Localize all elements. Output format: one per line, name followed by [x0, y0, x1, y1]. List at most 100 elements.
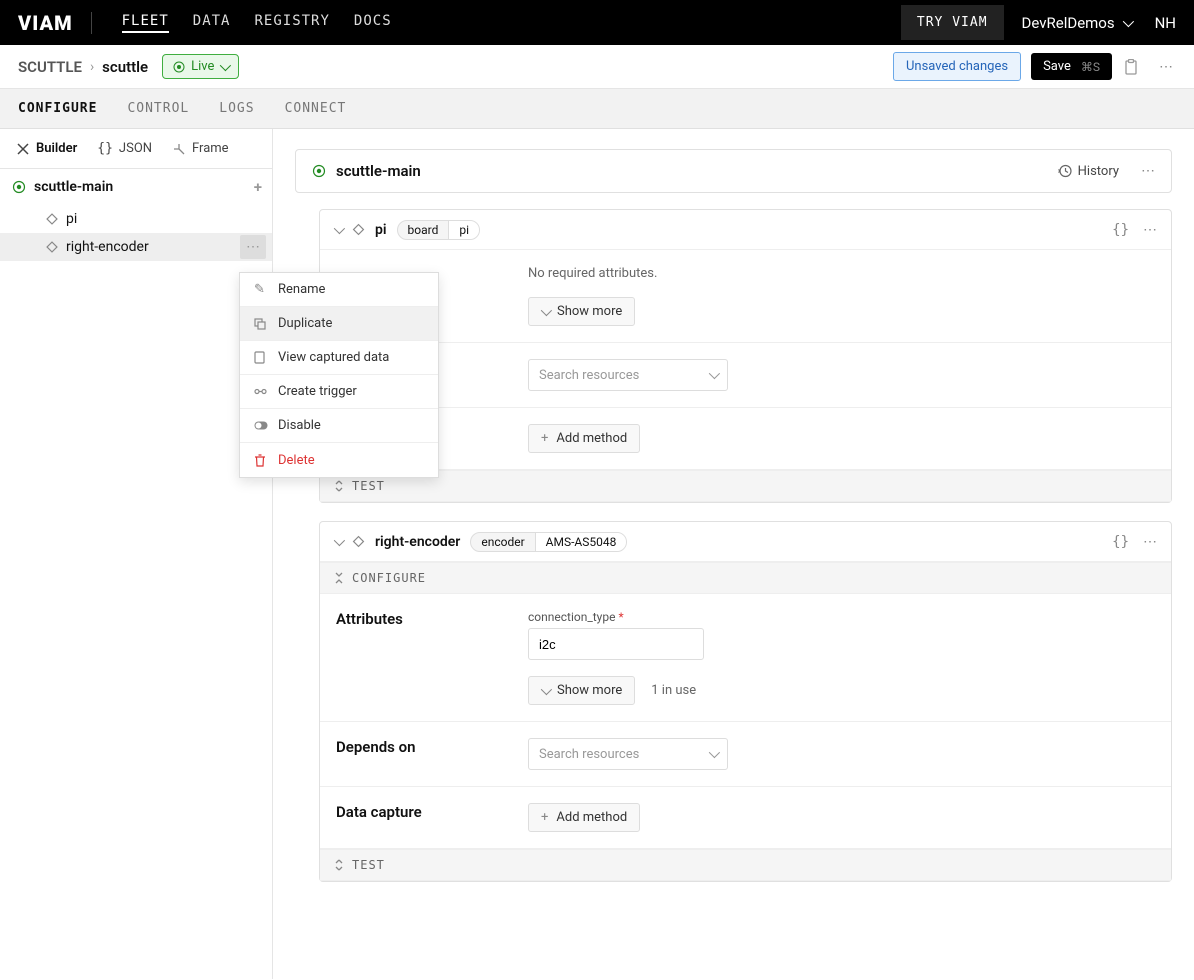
- chevron-down-icon: [541, 683, 552, 694]
- no-attributes-msg: No required attributes.: [528, 266, 1155, 281]
- ctx-create-trigger[interactable]: Create trigger: [240, 375, 438, 409]
- tree-root[interactable]: scuttle-main +: [0, 169, 272, 205]
- org-name: DevRelDemos: [1022, 14, 1115, 32]
- diamond-icon: [352, 223, 365, 236]
- breadcrumb-current[interactable]: scuttle: [102, 58, 148, 76]
- user-avatar[interactable]: NH: [1155, 14, 1176, 32]
- more-icon[interactable]: ⋯: [1143, 534, 1157, 550]
- trigger-icon: [254, 385, 268, 398]
- attributes-section: Attributes connection_type * Show more 1…: [320, 594, 1171, 722]
- plus-icon: +: [541, 431, 548, 446]
- tab-configure[interactable]: CONFIGURE: [18, 101, 97, 116]
- save-shortcut: ⌘S: [1081, 60, 1100, 74]
- depends-on-select[interactable]: Search resources: [528, 738, 728, 770]
- depends-on-section: Search resources: [320, 343, 1171, 408]
- mode-json[interactable]: {} JSON: [97, 141, 152, 156]
- show-more-button[interactable]: Show more: [528, 676, 635, 705]
- type-model-pill: encoder AMS-AS5048: [470, 532, 627, 552]
- data-capture-label: Data capture: [336, 803, 528, 832]
- chevron-down-icon: [334, 222, 345, 233]
- component-pi: pi board pi {} ⋯ No required attributes.: [319, 209, 1172, 503]
- machine-title: scuttle-main: [336, 162, 421, 180]
- broadcast-icon: [312, 164, 326, 178]
- more-icon[interactable]: ⋯: [240, 235, 266, 259]
- ctx-view-data[interactable]: View captured data: [240, 341, 438, 375]
- org-selector[interactable]: DevRelDemos: [1022, 14, 1131, 32]
- history-icon: [1058, 164, 1072, 178]
- chevron-down-icon: [334, 534, 345, 545]
- tab-connect[interactable]: CONNECT: [285, 101, 347, 116]
- mode-builder[interactable]: Builder: [16, 141, 77, 156]
- nav-fleet[interactable]: FLEET: [122, 13, 169, 33]
- save-label: Save: [1043, 59, 1071, 74]
- tree-item-pi[interactable]: pi: [0, 205, 272, 233]
- more-icon[interactable]: ⋯: [1156, 59, 1176, 75]
- machine-card: scuttle-main History ⋯: [295, 149, 1172, 193]
- expand-icon: [334, 480, 344, 492]
- nav-registry[interactable]: REGISTRY: [254, 13, 329, 33]
- save-button[interactable]: Save ⌘S: [1031, 53, 1112, 80]
- tree-item-right-encoder[interactable]: right-encoder ⋯: [0, 233, 272, 261]
- unsaved-badge: Unsaved changes: [893, 52, 1021, 81]
- connection-type-label: connection_type *: [528, 610, 1155, 624]
- tab-control[interactable]: CONTROL: [127, 101, 189, 116]
- more-icon[interactable]: ⋯: [1141, 163, 1155, 179]
- diamond-icon: [46, 241, 58, 253]
- topbar: VIAM FLEET DATA REGISTRY DOCS TRY VIAM D…: [0, 0, 1194, 45]
- try-viam-button[interactable]: TRY VIAM: [901, 5, 1004, 40]
- document-icon: [254, 351, 268, 364]
- diamond-icon: [46, 213, 58, 225]
- depends-on-label: Depends on: [336, 738, 528, 770]
- mode-frame[interactable]: Frame: [172, 141, 229, 156]
- in-use-label: 1 in use: [651, 683, 696, 698]
- nav-data[interactable]: DATA: [193, 13, 231, 33]
- context-menu: ✎ Rename Duplicate View captured data Cr…: [239, 272, 439, 478]
- chevron-down-icon: [709, 368, 720, 379]
- frame-icon: [172, 142, 186, 156]
- tabs-bar: CONFIGURE CONTROL LOGS CONNECT: [0, 89, 1194, 129]
- braces-icon[interactable]: {}: [1112, 534, 1129, 550]
- sidebar: Builder {} JSON Frame scuttle-main + pi …: [0, 129, 273, 979]
- component-name: pi: [375, 222, 387, 238]
- top-nav: FLEET DATA REGISTRY DOCS: [122, 13, 901, 33]
- braces-icon[interactable]: {}: [1112, 222, 1129, 238]
- show-more-button[interactable]: Show more: [528, 297, 635, 326]
- test-section-bar[interactable]: TEST: [320, 470, 1171, 502]
- connection-type-input[interactable]: [528, 628, 704, 660]
- status-pill[interactable]: Live: [162, 54, 239, 79]
- trash-icon: [254, 454, 268, 467]
- breadcrumb-parent[interactable]: SCUTTLE: [18, 58, 82, 76]
- nav-docs[interactable]: DOCS: [354, 13, 392, 33]
- diamond-icon: [352, 535, 365, 548]
- add-icon[interactable]: +: [254, 178, 262, 196]
- component-header[interactable]: pi board pi {} ⋯: [320, 210, 1171, 250]
- depends-on-select[interactable]: Search resources: [528, 359, 728, 391]
- toggle-icon: [254, 421, 268, 430]
- pencil-icon: ✎: [254, 282, 268, 297]
- ctx-rename[interactable]: ✎ Rename: [240, 273, 438, 307]
- breadcrumb-bar: SCUTTLE › scuttle Live Unsaved changes S…: [0, 45, 1194, 89]
- configure-section-bar[interactable]: CONFIGURE: [320, 562, 1171, 594]
- type-model-pill: board pi: [397, 220, 481, 240]
- ctx-delete[interactable]: Delete: [240, 443, 438, 477]
- tools-icon: [16, 142, 30, 156]
- clipboard-icon[interactable]: [1124, 59, 1144, 75]
- tab-logs[interactable]: LOGS: [219, 101, 254, 116]
- add-method-button[interactable]: + Add method: [528, 424, 640, 453]
- attributes-section: No required attributes. Show more: [320, 250, 1171, 343]
- ctx-duplicate[interactable]: Duplicate: [240, 307, 438, 341]
- broadcast-icon: [12, 180, 26, 194]
- component-header[interactable]: right-encoder encoder AMS-AS5048 {} ⋯: [320, 522, 1171, 562]
- history-button[interactable]: History: [1058, 164, 1119, 179]
- divider: [91, 12, 92, 34]
- more-icon[interactable]: ⋯: [1143, 222, 1157, 238]
- breadcrumb-sep: ›: [90, 59, 94, 75]
- chevron-down-icon: [541, 304, 552, 315]
- sidebar-modes: Builder {} JSON Frame: [0, 129, 272, 169]
- test-section-bar[interactable]: TEST: [320, 849, 1171, 881]
- ctx-disable[interactable]: Disable: [240, 409, 438, 443]
- copy-icon: [254, 318, 268, 330]
- add-method-button[interactable]: + Add method: [528, 803, 640, 832]
- component-right-encoder: right-encoder encoder AMS-AS5048 {} ⋯ CO…: [319, 521, 1172, 882]
- logo: VIAM: [18, 11, 73, 35]
